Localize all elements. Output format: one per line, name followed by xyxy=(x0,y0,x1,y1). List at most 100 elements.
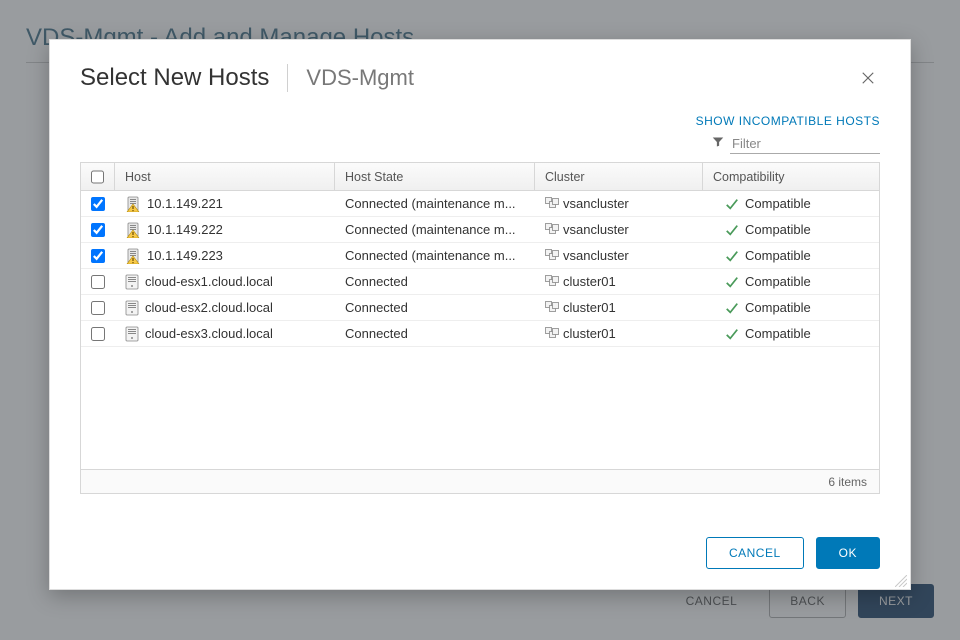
cluster-cell: vsancluster xyxy=(535,196,703,211)
grid-item-count: 6 items xyxy=(828,475,867,489)
row-checkbox[interactable] xyxy=(91,197,105,211)
ok-button[interactable]: OK xyxy=(816,537,880,569)
state-cell: Connected xyxy=(335,326,535,341)
table-row[interactable]: cloud-esx2.cloud.local Connected cluster0… xyxy=(81,295,879,321)
check-icon xyxy=(725,327,739,341)
check-icon xyxy=(725,197,739,211)
compat-cell: Compatible xyxy=(703,274,879,289)
host-state: Connected (maintenance m... xyxy=(345,248,516,263)
cluster-icon xyxy=(545,275,559,289)
state-cell: Connected (maintenance m... xyxy=(335,248,535,263)
filter-input[interactable] xyxy=(730,134,880,154)
row-checkbox[interactable] xyxy=(91,223,105,237)
table-row[interactable]: 10.1.149.222Connected (maintenance m... … xyxy=(81,217,879,243)
title-separator xyxy=(287,64,288,92)
host-icon xyxy=(125,300,139,316)
host-cell: cloud-esx1.cloud.local xyxy=(115,274,335,290)
cluster-icon xyxy=(545,223,559,237)
table-row[interactable]: cloud-esx3.cloud.local Connected cluster0… xyxy=(81,321,879,347)
host-cell: 10.1.149.221 xyxy=(115,196,335,212)
host-state: Connected xyxy=(345,274,408,289)
cluster-cell: cluster01 xyxy=(535,300,703,315)
row-checkbox[interactable] xyxy=(91,249,105,263)
cluster-icon xyxy=(545,197,559,211)
grid-body: 10.1.149.221Connected (maintenance m... … xyxy=(81,191,879,469)
compat-cell: Compatible xyxy=(703,248,879,263)
host-maintenance-icon xyxy=(125,248,141,264)
grid-header: Host Host State Cluster Compatibility xyxy=(81,163,879,191)
host-maintenance-icon xyxy=(125,222,141,238)
row-checkbox-cell[interactable] xyxy=(81,301,115,315)
state-cell: Connected (maintenance m... xyxy=(335,196,535,211)
compat-cell: Compatible xyxy=(703,196,879,211)
host-state: Connected (maintenance m... xyxy=(345,196,516,211)
host-name: 10.1.149.223 xyxy=(147,248,223,263)
column-header-cluster[interactable]: Cluster xyxy=(535,163,703,190)
cluster-icon xyxy=(545,249,559,263)
host-cell: cloud-esx2.cloud.local xyxy=(115,300,335,316)
host-name: cloud-esx1.cloud.local xyxy=(145,274,273,289)
row-checkbox[interactable] xyxy=(91,301,105,315)
host-cell: cloud-esx3.cloud.local xyxy=(115,326,335,342)
host-maintenance-icon xyxy=(125,196,141,212)
modal-footer: CANCEL OK xyxy=(50,521,910,589)
row-checkbox-cell[interactable] xyxy=(81,327,115,341)
filter-icon xyxy=(712,135,724,153)
check-icon xyxy=(725,301,739,315)
compat-cell: Compatible xyxy=(703,222,879,237)
state-cell: Connected xyxy=(335,300,535,315)
row-checkbox[interactable] xyxy=(91,275,105,289)
cluster-name: vsancluster xyxy=(563,222,629,237)
modal-header: Select New Hosts VDS-Mgmt xyxy=(50,40,910,104)
cluster-cell: vsancluster xyxy=(535,248,703,263)
grid-footer: 6 items xyxy=(81,469,879,493)
state-cell: Connected (maintenance m... xyxy=(335,222,535,237)
table-row[interactable]: 10.1.149.221Connected (maintenance m... … xyxy=(81,191,879,217)
cluster-name: cluster01 xyxy=(563,300,616,315)
row-checkbox-cell[interactable] xyxy=(81,223,115,237)
modal-subtitle: VDS-Mgmt xyxy=(306,65,414,91)
compat-text: Compatible xyxy=(745,248,811,263)
host-name: 10.1.149.221 xyxy=(147,196,223,211)
modal-title: Select New Hosts xyxy=(80,64,269,92)
hosts-grid: Host Host State Cluster Compatibility 10… xyxy=(80,162,880,494)
host-icon xyxy=(125,274,139,290)
cluster-name: cluster01 xyxy=(563,326,616,341)
compat-text: Compatible xyxy=(745,222,811,237)
close-icon[interactable] xyxy=(856,66,880,90)
host-name: 10.1.149.222 xyxy=(147,222,223,237)
cluster-cell: cluster01 xyxy=(535,326,703,341)
cluster-name: vsancluster xyxy=(563,248,629,263)
header-checkbox-cell[interactable] xyxy=(81,163,115,190)
cluster-icon xyxy=(545,327,559,341)
host-name: cloud-esx2.cloud.local xyxy=(145,300,273,315)
cluster-cell: vsancluster xyxy=(535,222,703,237)
cluster-icon xyxy=(545,301,559,315)
host-cell: 10.1.149.222 xyxy=(115,222,335,238)
host-name: cloud-esx3.cloud.local xyxy=(145,326,273,341)
row-checkbox-cell[interactable] xyxy=(81,197,115,211)
check-icon xyxy=(725,223,739,237)
row-checkbox-cell[interactable] xyxy=(81,249,115,263)
compat-text: Compatible xyxy=(745,300,811,315)
compat-text: Compatible xyxy=(745,326,811,341)
resize-handle-icon[interactable] xyxy=(895,574,907,586)
row-checkbox-cell[interactable] xyxy=(81,275,115,289)
table-row[interactable]: cloud-esx1.cloud.local Connected cluster0… xyxy=(81,269,879,295)
check-icon xyxy=(725,249,739,263)
table-row[interactable]: 10.1.149.223Connected (maintenance m... … xyxy=(81,243,879,269)
compat-text: Compatible xyxy=(745,196,811,211)
modal-toolbar: SHOW INCOMPATIBLE HOSTS xyxy=(50,104,910,162)
host-cell: 10.1.149.223 xyxy=(115,248,335,264)
select-all-checkbox[interactable] xyxy=(91,170,104,184)
column-header-state[interactable]: Host State xyxy=(335,163,535,190)
show-incompatible-hosts-link[interactable]: SHOW INCOMPATIBLE HOSTS xyxy=(696,114,880,128)
row-checkbox[interactable] xyxy=(91,327,105,341)
host-state: Connected xyxy=(345,300,408,315)
column-header-compat[interactable]: Compatibility xyxy=(703,163,879,190)
cluster-cell: cluster01 xyxy=(535,274,703,289)
column-header-host[interactable]: Host xyxy=(115,163,335,190)
cancel-button[interactable]: CANCEL xyxy=(706,537,804,569)
host-state: Connected xyxy=(345,326,408,341)
cluster-name: vsancluster xyxy=(563,196,629,211)
